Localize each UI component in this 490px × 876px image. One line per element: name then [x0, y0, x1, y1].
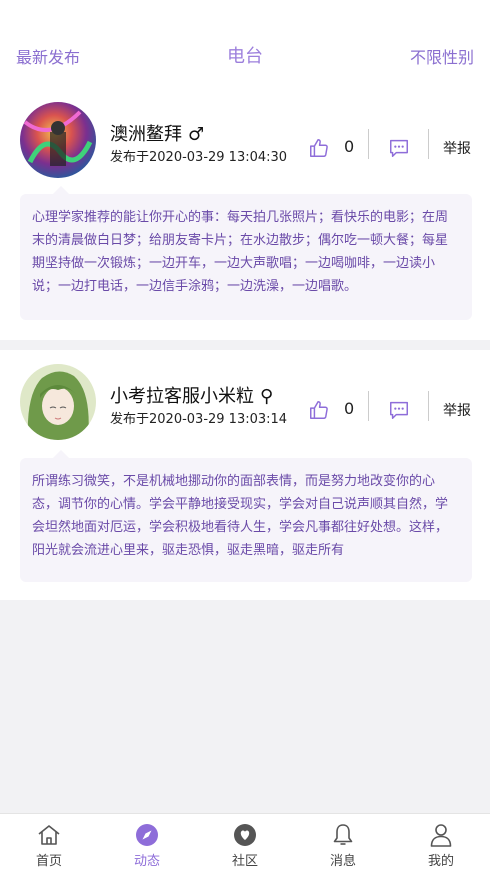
post-content: 心理学家推荐的能让你开心的事：每天拍几张照片；看快乐的电影；在周末的清晨做白日梦…	[20, 186, 472, 320]
compass-icon	[136, 824, 158, 846]
post-time: 发布于2020-03-29 13:04:30	[110, 150, 288, 165]
user-icon	[430, 824, 452, 847]
divider	[368, 391, 369, 421]
tab-label: 我的	[427, 854, 454, 869]
post-content: 所谓练习微笑，不是机械地挪动你的面部表情，而是努力地改变你的心态，调节你的心情。…	[20, 450, 472, 582]
username[interactable]: 澳洲鳌拜 ♂	[110, 120, 204, 146]
tab-home[interactable]: 首页	[19, 822, 79, 869]
comment-icon[interactable]	[388, 137, 410, 159]
thumbs-up-icon[interactable]	[308, 137, 330, 159]
like-count: 0	[344, 137, 355, 156]
community-icon	[234, 824, 256, 846]
tab-community[interactable]: 社区	[215, 822, 275, 869]
divider	[428, 391, 429, 421]
bottom-tab-bar: 首页 动态 社区 消息 我的	[0, 813, 490, 876]
thumbs-up-icon[interactable]	[308, 399, 330, 421]
report-button[interactable]: 举报	[443, 400, 471, 420]
tab-label: 首页	[35, 854, 62, 869]
tab-label: 动态	[133, 854, 160, 869]
bell-icon	[333, 824, 353, 845]
username[interactable]: 小考拉客服小米粒 ⚲	[110, 382, 273, 408]
tab-dynamics[interactable]: 动态	[117, 822, 177, 869]
report-button[interactable]: 举报	[443, 138, 471, 158]
tab-label: 社区	[231, 854, 258, 869]
avatar[interactable]	[20, 364, 96, 440]
like-count: 0	[344, 399, 355, 418]
tab-messages[interactable]: 消息	[313, 822, 373, 869]
home-icon	[38, 825, 60, 845]
tab-profile[interactable]: 我的	[411, 822, 471, 869]
comment-icon[interactable]	[388, 399, 410, 421]
male-icon: ♂	[188, 124, 205, 145]
avatar[interactable]	[20, 102, 96, 178]
gender-icon: ⚲	[260, 386, 274, 407]
gender-filter-button[interactable]: 不限性别	[410, 44, 474, 68]
divider	[368, 129, 369, 159]
top-header: 最新发布 电台 不限性别	[0, 36, 490, 76]
username-text: 小考拉客服小米粒	[110, 386, 254, 407]
username-text: 澳洲鳌拜	[110, 124, 182, 145]
tab-label: 消息	[329, 854, 356, 869]
post-time: 发布于2020-03-29 13:03:14	[110, 412, 288, 427]
divider	[428, 129, 429, 159]
